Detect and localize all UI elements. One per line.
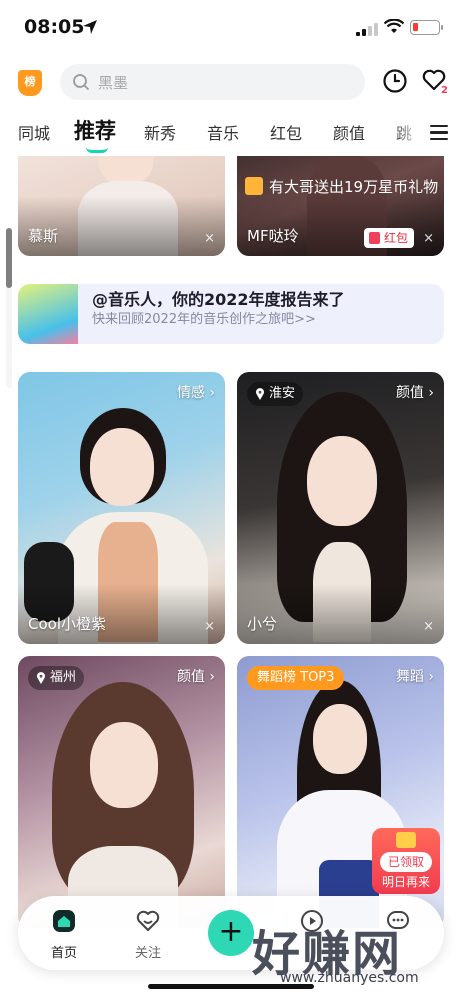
red-packet-tag: 红包: [363, 228, 414, 248]
wifi-icon: [384, 19, 404, 33]
tab-recommend[interactable]: 推荐: [74, 115, 116, 145]
tab-local[interactable]: 同城: [18, 120, 50, 144]
dismiss-icon[interactable]: ×: [204, 619, 215, 634]
streamer-thumbnail: [38, 676, 208, 928]
history-clock-icon[interactable]: [382, 68, 408, 94]
live-card[interactable]: 有大哥送出19万星币礼物 MF哒玲 红包 ×: [237, 156, 444, 256]
streamer-name: 慕斯: [28, 227, 59, 245]
category-label[interactable]: 颜值 ›: [396, 382, 434, 402]
ranking-badge-icon[interactable]: 榜: [18, 70, 42, 96]
tab-music[interactable]: 音乐: [207, 120, 239, 144]
dismiss-icon[interactable]: ×: [204, 231, 215, 246]
battery-icon: [410, 20, 443, 35]
live-card[interactable]: 福州 颜值 ›: [18, 656, 225, 928]
home-indicator: [148, 984, 314, 989]
top-header: 榜 黑墨 2: [0, 56, 462, 108]
reward-tomorrow-text: 明日再来: [381, 875, 430, 889]
follow-heart-icon: [136, 910, 160, 931]
gift-icon: [396, 832, 416, 848]
category-tabs: 同城 推荐 新秀 音乐 红包 颜值 跳: [0, 112, 462, 156]
menu-icon[interactable]: [430, 125, 448, 141]
streamer-name: 小兮: [247, 615, 278, 633]
notification-count: 2: [441, 85, 448, 96]
report-subtitle: 快来回顾2022年的音乐创作之旅吧>>: [92, 312, 316, 327]
search-icon: [73, 74, 90, 91]
dismiss-icon[interactable]: ×: [423, 619, 434, 634]
add-live-button[interactable]: +: [208, 910, 254, 956]
nav-follow[interactable]: 关注: [118, 908, 178, 961]
red-packet-icon: [368, 232, 380, 244]
status-bar: 08:05: [0, 0, 462, 56]
streamer-name: Cool小橙紫: [28, 615, 106, 633]
location-tag: 福州: [28, 666, 85, 690]
nav-home[interactable]: 首页: [34, 908, 94, 961]
dismiss-icon[interactable]: ×: [423, 231, 434, 246]
location-pin-icon: [37, 672, 45, 684]
site-watermark: 好赚网 www.zhuanyes.com: [250, 912, 450, 992]
search-bar[interactable]: 黑墨: [60, 64, 365, 100]
location-pin-icon: [256, 388, 264, 400]
nav-home-label: 首页: [50, 946, 77, 961]
active-tab-indicator: [86, 147, 108, 153]
home-icon: [53, 910, 75, 932]
tab-red-packet[interactable]: 红包: [270, 120, 302, 144]
scrollbar-thumb[interactable]: [6, 228, 12, 288]
live-card[interactable]: 情感 › Cool小橙紫 ×: [18, 372, 225, 644]
tab-newcomers[interactable]: 新秀: [144, 120, 176, 144]
category-label[interactable]: 舞蹈 ›: [396, 666, 434, 686]
tab-looks[interactable]: 颜值: [333, 120, 365, 144]
category-label[interactable]: 颜值 ›: [177, 666, 215, 686]
report-artwork: [18, 284, 78, 344]
live-card[interactable]: 淮安 颜值 › 小兮 ×: [237, 372, 444, 644]
annual-report-banner[interactable]: @音乐人，你的2022年度报告来了 快来回顾2022年的音乐创作之旅吧>>: [18, 284, 444, 344]
status-time: 08:05: [24, 16, 85, 38]
cellular-signal-icon: [356, 23, 378, 36]
reward-claimed-badge: 已领取: [380, 852, 432, 872]
message-heart-button[interactable]: 2: [422, 69, 448, 96]
nav-follow-label: 关注: [134, 946, 161, 961]
daily-reward-widget[interactable]: 已领取 明日再来: [372, 828, 440, 894]
rank-tag: 舞蹈榜 TOP3: [247, 666, 345, 690]
category-label[interactable]: 情感 ›: [177, 382, 215, 402]
live-card[interactable]: 慕斯 ×: [18, 156, 225, 256]
streamer-name: MF哒玲: [247, 227, 299, 245]
location-arrow-icon: [83, 20, 97, 34]
gift-icon: [245, 177, 263, 195]
location-tag: 淮安: [247, 382, 304, 406]
report-title: @音乐人，你的2022年度报告来了: [92, 290, 345, 309]
search-placeholder: 黑墨: [98, 74, 129, 92]
tabs-fade: [392, 112, 422, 152]
